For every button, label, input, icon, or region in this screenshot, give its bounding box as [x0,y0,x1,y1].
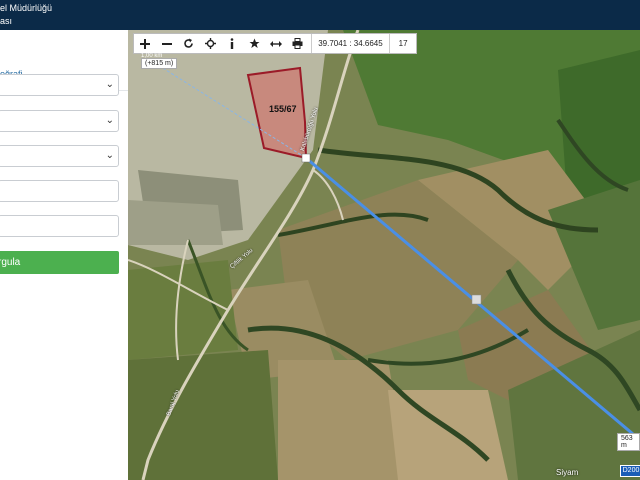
map-toolbar: 39.7041 : 34.6645 17 [133,33,417,54]
measure-end-label: 563 m [617,433,640,451]
info-icon[interactable] [221,34,243,53]
district-select[interactable]: ⌄ [0,110,119,132]
zoom-level-readout: 17 [398,39,408,48]
locate-icon[interactable] [200,34,222,53]
query-button[interactable]: rgula [0,251,119,274]
refresh-icon[interactable] [178,34,200,53]
measure-start-label: (+815 m) [141,58,178,69]
chevron-down-icon: ⌄ [105,79,114,90]
print-icon[interactable] [287,34,309,53]
road-shield: D200 [620,465,640,477]
province-select[interactable]: ⌄ [0,74,119,96]
app-header: el Müdürlüğü ası [0,0,640,30]
map-imagery [128,30,640,480]
header-title-line2: ası [0,16,13,26]
parcel-label: 155/67 [269,104,297,114]
star-icon[interactable] [243,34,265,53]
satellite-map[interactable] [128,30,640,480]
place-label: Siyam [556,468,579,477]
measure-icon[interactable] [265,34,287,53]
zoom-out-icon[interactable] [156,34,178,53]
parcel-number-input[interactable] [0,215,119,237]
chevron-down-icon: ⌄ [105,150,114,161]
query-sidebar: oğrafi ⌄ ⌄ ⌄ rgula [0,30,129,480]
chevron-down-icon: ⌄ [105,115,114,126]
block-number-input[interactable] [0,180,119,202]
header-title-line1: el Müdürlüğü [0,3,53,13]
zoom-in-icon[interactable] [134,34,156,53]
neighborhood-select[interactable]: ⌄ [0,145,119,167]
coordinate-readout: 39.7041 : 34.6645 [310,34,391,53]
